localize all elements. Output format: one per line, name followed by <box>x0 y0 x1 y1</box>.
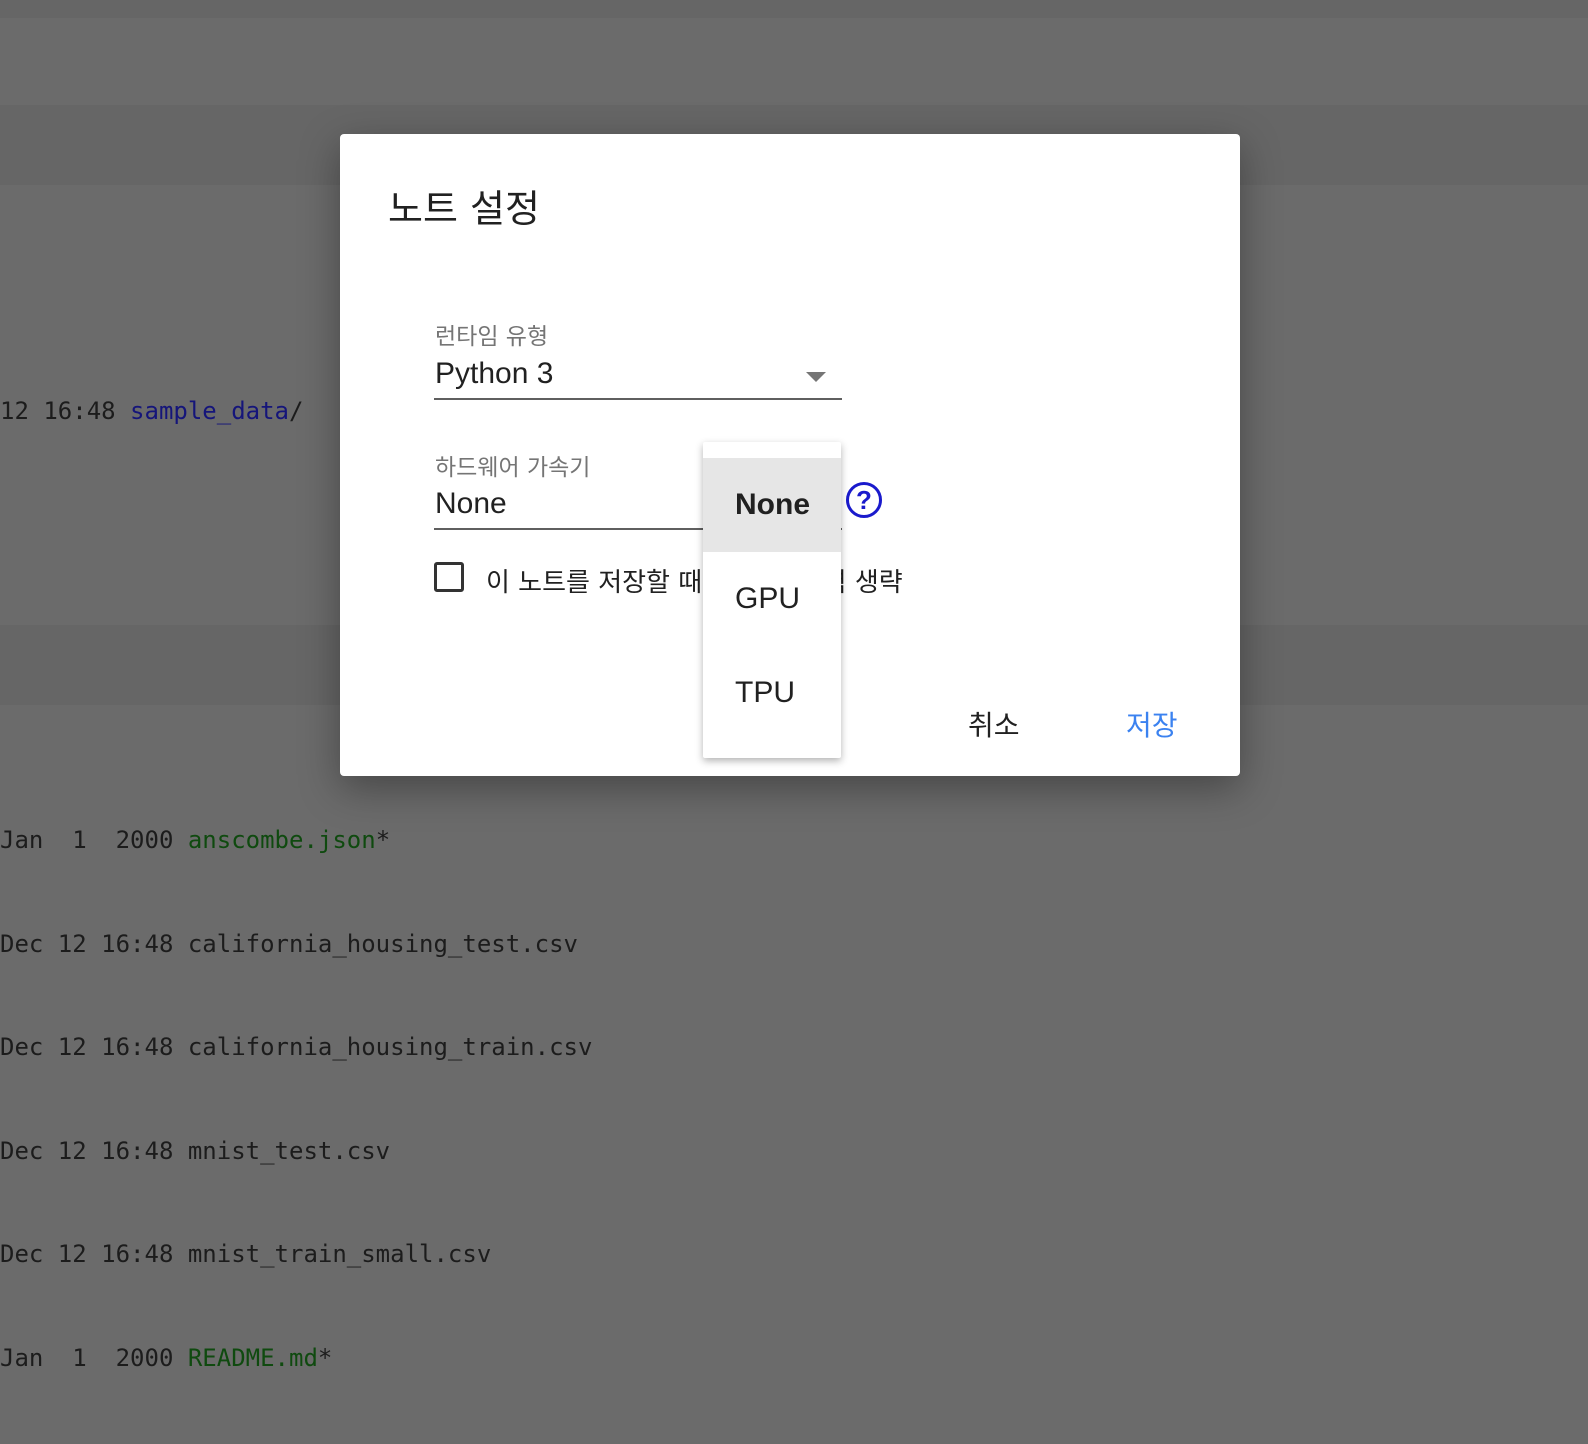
accelerator-option-tpu[interactable]: TPU <box>703 646 841 740</box>
terminal-line: Dec 12 16:48 mnist_train_small.csv <box>0 1237 592 1272</box>
terminal-file-name: mnist_train_small.csv <box>187 1240 492 1268</box>
terminal-dir-name: sample_data <box>130 397 289 425</box>
terminal-file-name: california_housing_train.csv <box>187 1033 593 1061</box>
terminal-line-meta: Jan 1 2000 <box>0 1343 188 1372</box>
terminal-line-meta: Jan 1 2000 <box>0 826 188 854</box>
terminal-file-name: anscombe.json <box>187 826 376 854</box>
accelerator-option-none[interactable]: None <box>703 458 841 552</box>
chevron-down-icon <box>806 372 826 382</box>
terminal-line: Dec 12 16:48 california_housing_train.cs… <box>0 1030 592 1065</box>
terminal-line: 12 16:48 sample_data/ <box>0 394 303 429</box>
runtime-type-label: 런타임 유형 <box>435 324 549 350</box>
accelerator-option-gpu[interactable]: GPU <box>703 552 841 646</box>
terminal-line: Jan 1 2000 anscombe.json* <box>0 823 592 858</box>
cancel-button[interactable]: 취소 <box>968 704 1020 744</box>
backdrop-band <box>0 0 1588 18</box>
terminal-file-name: mnist_test.csv <box>187 1136 391 1165</box>
terminal-line-meta: 12 16:48 <box>0 397 131 425</box>
terminal-line: Dec 12 16:48 mnist_test.csv <box>0 1134 592 1169</box>
terminal-listing: Jan 1 2000 anscombe.json* Dec 12 16:48 c… <box>0 754 592 1444</box>
terminal-line-meta: Dec 12 16:48 <box>0 929 188 958</box>
terminal-line: Dec 12 16:48 california_housing_test.csv <box>0 927 592 962</box>
dialog-title: 노트 설정 <box>388 187 540 231</box>
terminal-line-suffix: / <box>289 397 304 425</box>
runtime-type-value: Python 3 <box>435 357 554 390</box>
hardware-accelerator-value: None <box>435 487 507 520</box>
save-button[interactable]: 저장 <box>1126 704 1178 744</box>
terminal-line-meta: Dec 12 16:48 <box>0 1033 188 1061</box>
terminal-line-meta: Dec 12 16:48 <box>0 1240 188 1268</box>
omit-output-checkbox[interactable] <box>434 562 464 592</box>
help-icon[interactable]: ? <box>846 482 882 518</box>
terminal-line: Jan 1 2000 README.md* <box>0 1341 592 1376</box>
terminal-line-suffix: * <box>317 1343 333 1372</box>
runtime-type-underline <box>434 398 842 400</box>
hardware-accelerator-label: 하드웨어 가속기 <box>435 455 591 481</box>
runtime-type-select[interactable]: Python 3 <box>434 352 842 402</box>
terminal-file-name: california_housing_test.csv <box>187 929 578 958</box>
terminal-line-meta: Dec 12 16:48 <box>0 1136 188 1165</box>
terminal-line-suffix: * <box>375 826 391 854</box>
terminal-file-name: README.md <box>187 1343 318 1372</box>
accelerator-dropdown-menu: None GPU TPU <box>703 442 841 758</box>
